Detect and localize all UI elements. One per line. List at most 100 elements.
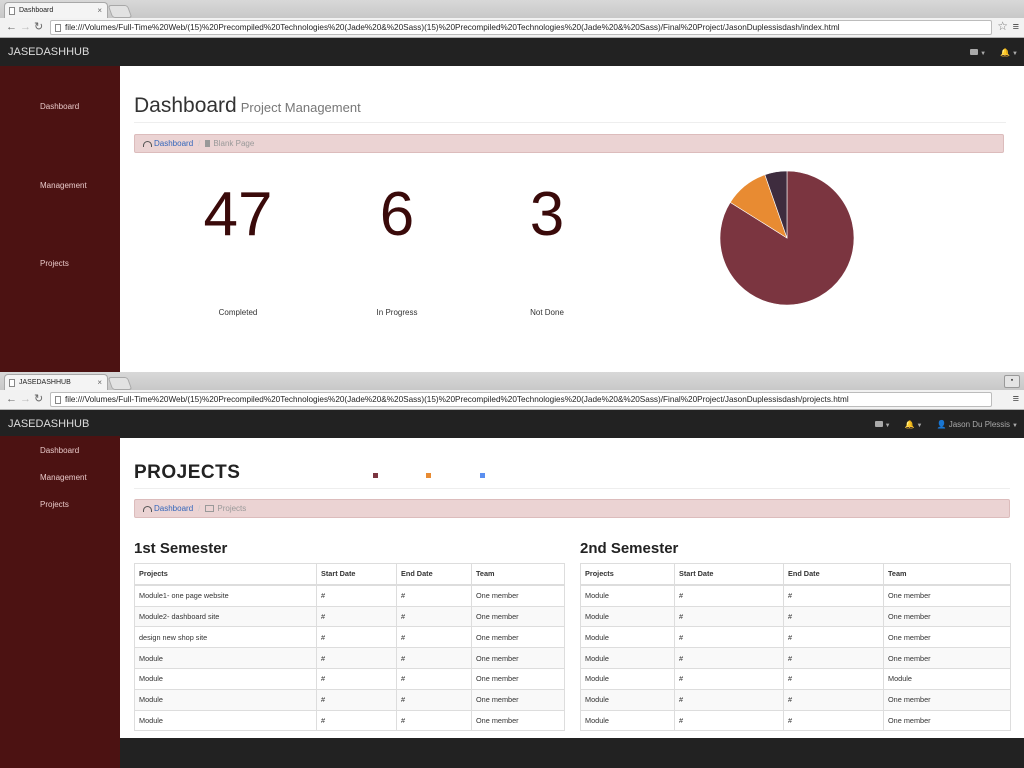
table-cell: #	[783, 667, 884, 690]
footer-bar	[120, 738, 1024, 768]
table-header-row: Projects Start Date End Date Team	[134, 562, 565, 586]
table-cell: #	[674, 709, 784, 732]
sidebar-item-dashboard[interactable]: Dashboard	[40, 446, 79, 455]
page-subtitle: Project Management	[240, 100, 361, 115]
breadcrumb-separator: /	[198, 139, 201, 148]
table-row: Module2- dashboard site # # One member	[134, 605, 565, 628]
table-cell: #	[783, 605, 884, 628]
new-tab-button[interactable]	[107, 5, 133, 18]
messages-dropdown[interactable]: ▼	[874, 420, 891, 429]
menu-icon[interactable]: ≡	[1013, 392, 1019, 406]
table-row: Module # # Module	[580, 667, 1011, 690]
messages-dropdown[interactable]: ▼	[970, 48, 986, 57]
legend-swatch	[373, 473, 378, 478]
reload-icon[interactable]: ↻	[34, 392, 43, 406]
browser-tab[interactable]: Dashboard ×	[4, 2, 108, 18]
table-cell: One member	[471, 688, 565, 711]
url-field[interactable]: file:///Volumes/Full-Time%20Web/(15)%20P…	[50, 392, 992, 407]
back-icon[interactable]: ←	[6, 392, 17, 406]
table-row: Module # # One member	[580, 626, 1011, 649]
table-cell: #	[396, 584, 472, 607]
menu-icon[interactable]: ≡	[1013, 20, 1019, 34]
table-cell: One member	[471, 667, 565, 690]
breadcrumb-home-link[interactable]: Dashboard	[154, 139, 193, 148]
stat-not-done: 3 Not Done	[487, 184, 607, 324]
stat-value: 3	[529, 180, 565, 249]
table-cell: One member	[471, 605, 565, 628]
table-cell: One member	[471, 626, 565, 649]
breadcrumb-home-link[interactable]: Dashboard	[154, 504, 193, 513]
table-cell: #	[396, 688, 472, 711]
legend-swatch	[426, 473, 431, 478]
brand-logo[interactable]: JASEDASHHUB	[8, 38, 89, 66]
table-cell: One member	[883, 647, 1011, 669]
table-row: Module # # One member	[580, 605, 1011, 628]
column-header: Start Date	[674, 562, 784, 586]
user-name: Jason Du Plessis	[948, 419, 1011, 429]
forward-icon[interactable]: →	[20, 20, 31, 34]
forward-icon[interactable]: →	[20, 392, 31, 406]
profile-icon[interactable]: ▪	[1004, 375, 1020, 388]
table-cell: One member	[471, 584, 565, 607]
table-cell: #	[783, 626, 884, 649]
stat-value: 47	[203, 180, 273, 249]
column-header: Start Date	[316, 562, 397, 586]
table-row: Module # # One member	[134, 709, 565, 732]
column-header: Projects	[134, 562, 317, 586]
brand-logo[interactable]: JASEDASHHUB	[8, 410, 89, 438]
semester2-table: Projects Start Date End Date Team Module # # O…	[580, 562, 1011, 732]
breadcrumb-current: Blank Page	[213, 139, 255, 148]
stat-label: Completed	[218, 308, 258, 317]
breadcrumb-separator: /	[198, 504, 201, 513]
alerts-dropdown[interactable]: 🔔 ▼	[1000, 48, 1018, 57]
divider	[134, 122, 1006, 123]
sidebar-item-dashboard[interactable]: Dashboard	[40, 102, 79, 111]
sidebar-item-management[interactable]: Management	[40, 473, 87, 482]
page-title: PROJECTS	[134, 462, 241, 483]
page-icon	[9, 379, 15, 387]
caret-down-icon: ▼	[1012, 422, 1018, 429]
dashboard-icon	[143, 140, 152, 147]
main-content: Dashboard Project Management Dashboard / Bl…	[120, 66, 1024, 372]
table-cell: Module	[134, 688, 317, 711]
page-title-text: Dashboard	[134, 94, 237, 117]
column-header: Team	[883, 562, 1011, 586]
dashboard-icon	[143, 505, 152, 512]
table-cell: Module	[580, 626, 675, 649]
top-navbar: JASEDASHHUB ▼ 🔔 ▼ 👤 Jason Du Plessis ▼	[0, 410, 1024, 438]
stat-label: Not Done	[530, 308, 564, 317]
url-field[interactable]: file:///Volumes/Full-Time%20Web/(15)%20P…	[50, 20, 992, 35]
table-cell: One member	[883, 626, 1011, 649]
bookmark-star-icon[interactable]: ☆	[997, 19, 1008, 34]
sidebar-item-projects[interactable]: Projects	[40, 500, 69, 509]
table-cell: One member	[883, 584, 1011, 607]
alerts-dropdown[interactable]: 🔔 ▼	[905, 420, 923, 429]
page-icon	[9, 7, 15, 15]
back-icon[interactable]: ←	[6, 20, 17, 34]
navbar-right: ▼ 🔔 ▼ 👤 Jason Du Plessis ▼	[874, 410, 1024, 438]
sidebar: Dashboard Management Projects	[0, 436, 120, 768]
user-icon: 👤	[936, 419, 947, 429]
page-title: Dashboard Project Management	[134, 94, 361, 118]
legend-swatch	[480, 473, 485, 478]
table-cell: #	[783, 584, 884, 607]
table-cell: One member	[471, 709, 565, 732]
reload-icon[interactable]: ↻	[34, 20, 43, 34]
table-cell: #	[316, 709, 397, 732]
table-cell: #	[396, 709, 472, 732]
sidebar-item-management[interactable]: Management	[40, 181, 87, 190]
browser-tab[interactable]: JASEDASHHUB ×	[4, 374, 108, 390]
close-tab-icon[interactable]: ×	[97, 3, 102, 18]
new-tab-button[interactable]	[107, 377, 133, 390]
table-row: Module # # One member	[580, 709, 1011, 732]
tab-title: Dashboard	[19, 7, 54, 14]
navbar-right: ▼ 🔔 ▼	[970, 38, 1024, 66]
column-header: Team	[471, 562, 565, 586]
user-dropdown[interactable]: 👤 Jason Du Plessis ▼	[936, 420, 1018, 429]
close-tab-icon[interactable]: ×	[97, 375, 102, 390]
caret-down-icon: ▼	[884, 422, 891, 429]
table-row: Module # # One member	[580, 584, 1011, 607]
sidebar-item-projects[interactable]: Projects	[40, 259, 69, 268]
table-cell: #	[396, 647, 472, 669]
table-cell: #	[316, 688, 397, 711]
